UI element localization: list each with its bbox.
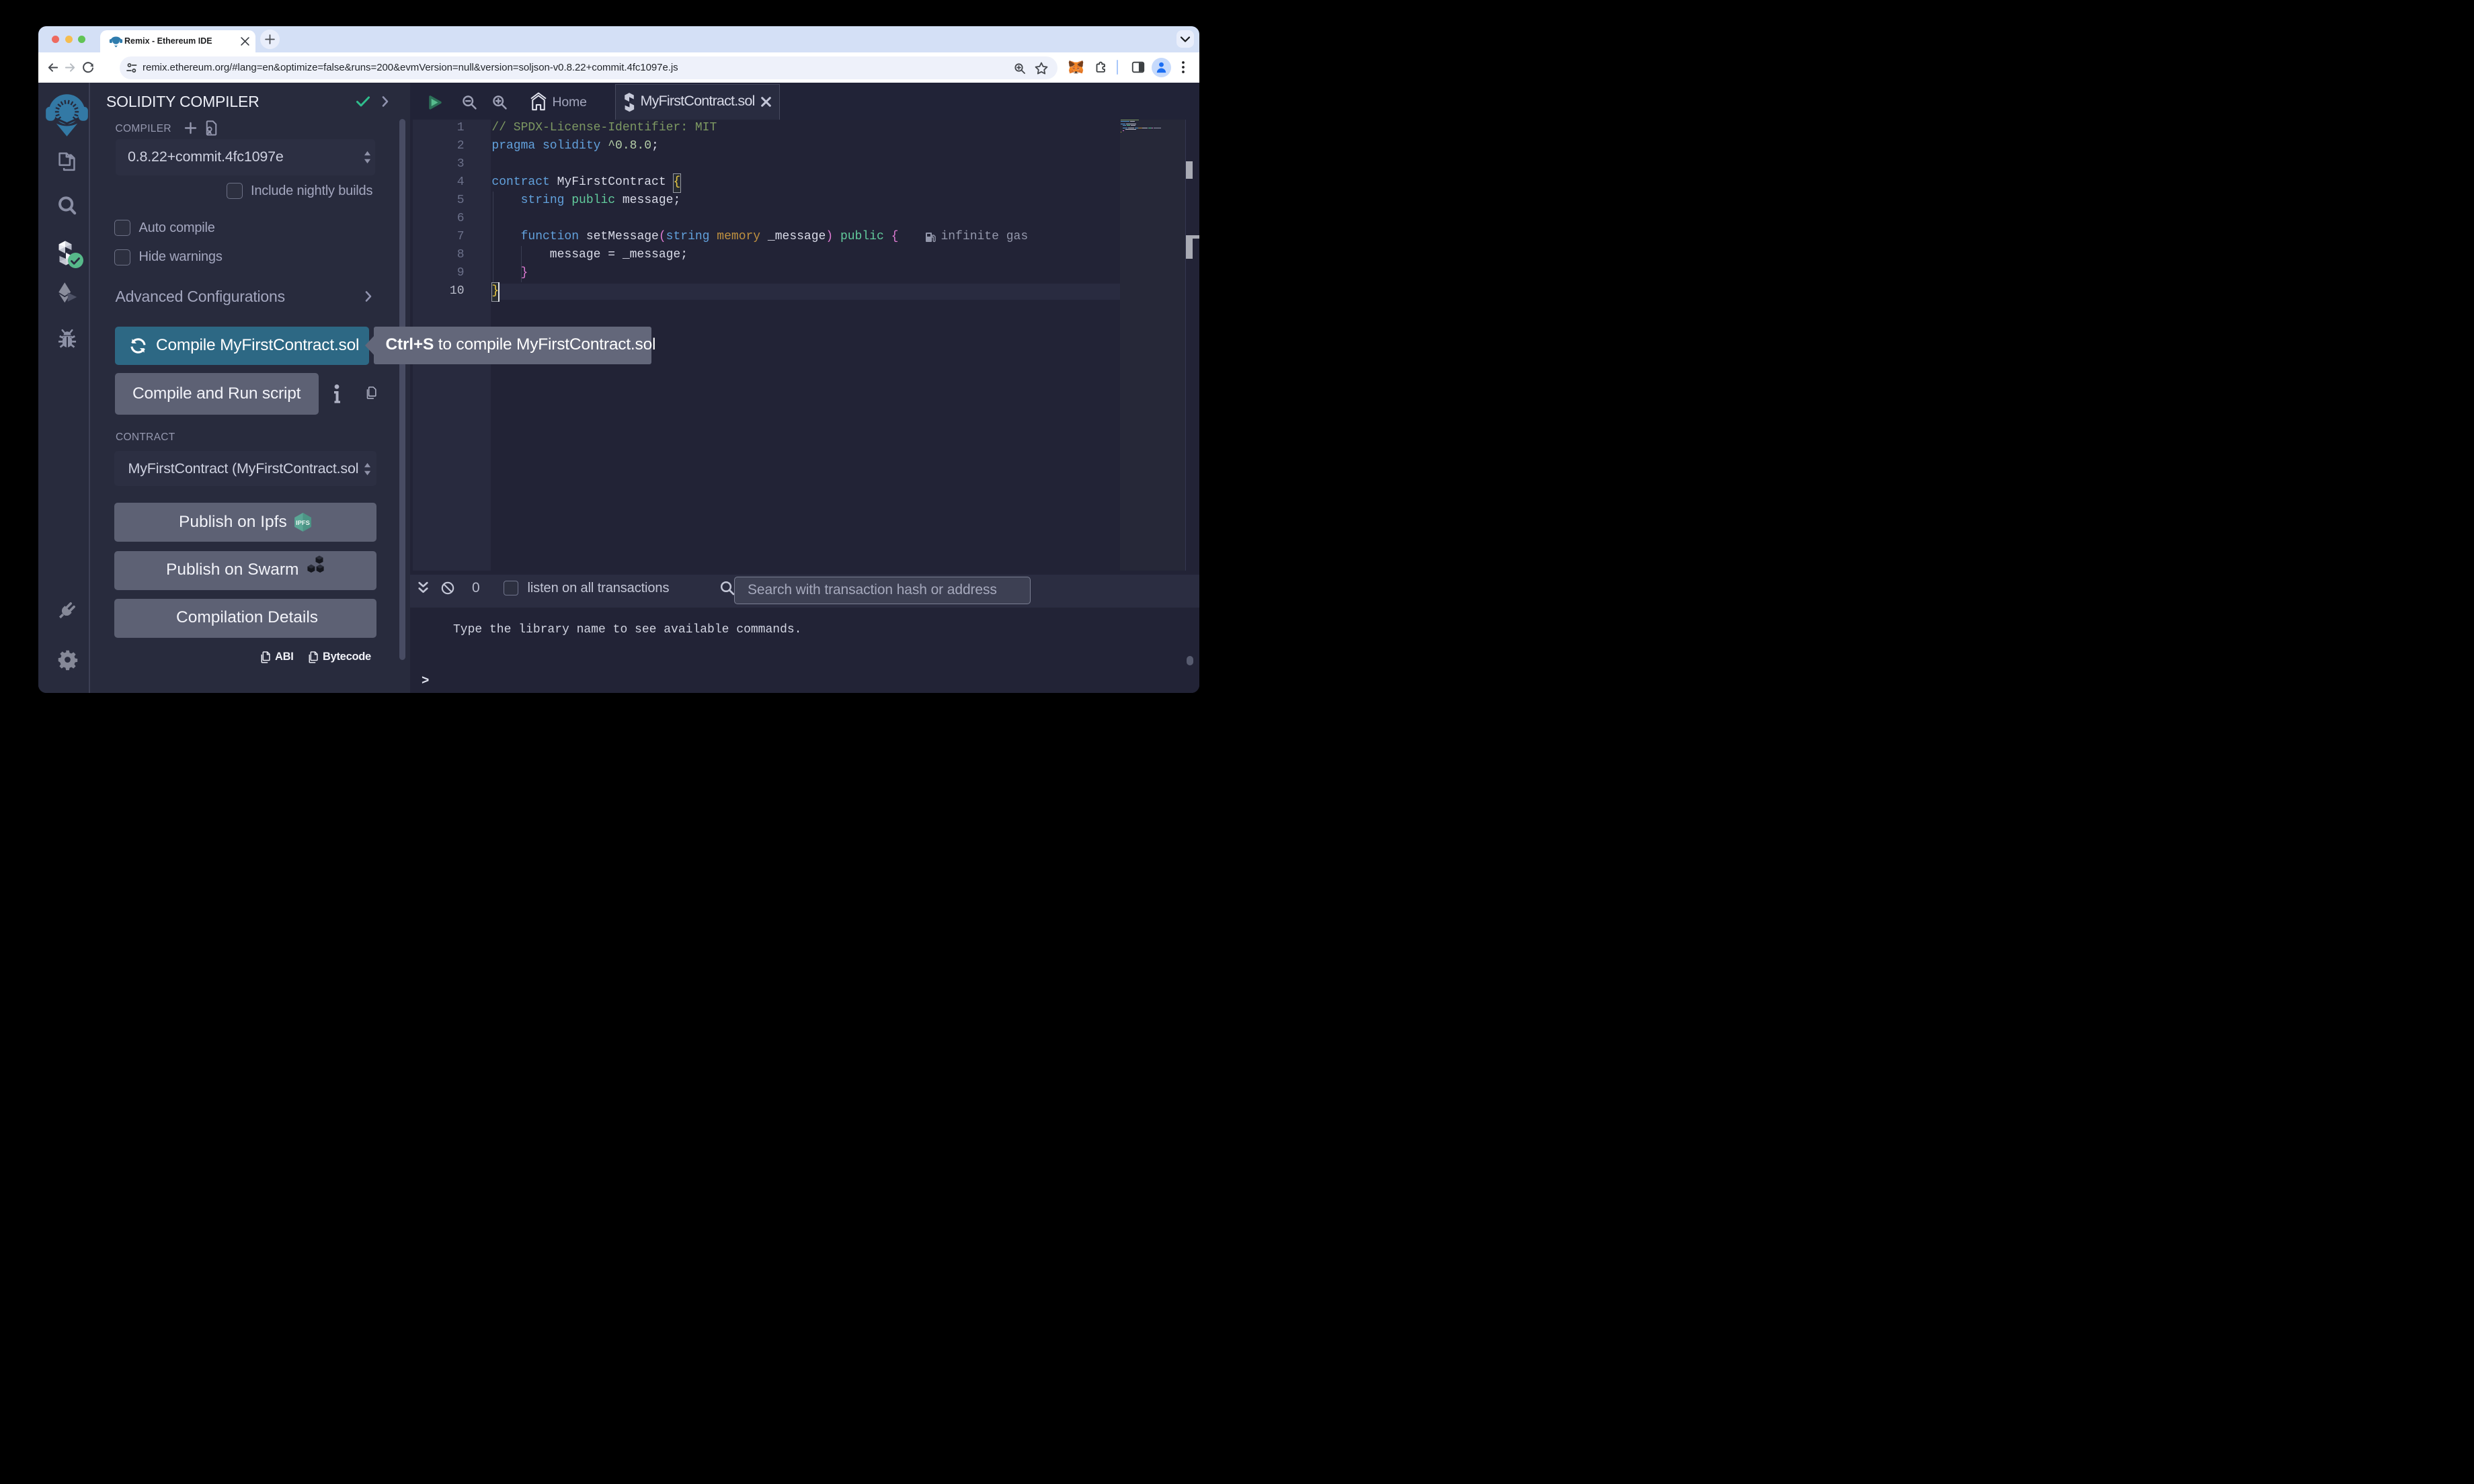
svg-text:IPFS: IPFS [296,520,310,526]
